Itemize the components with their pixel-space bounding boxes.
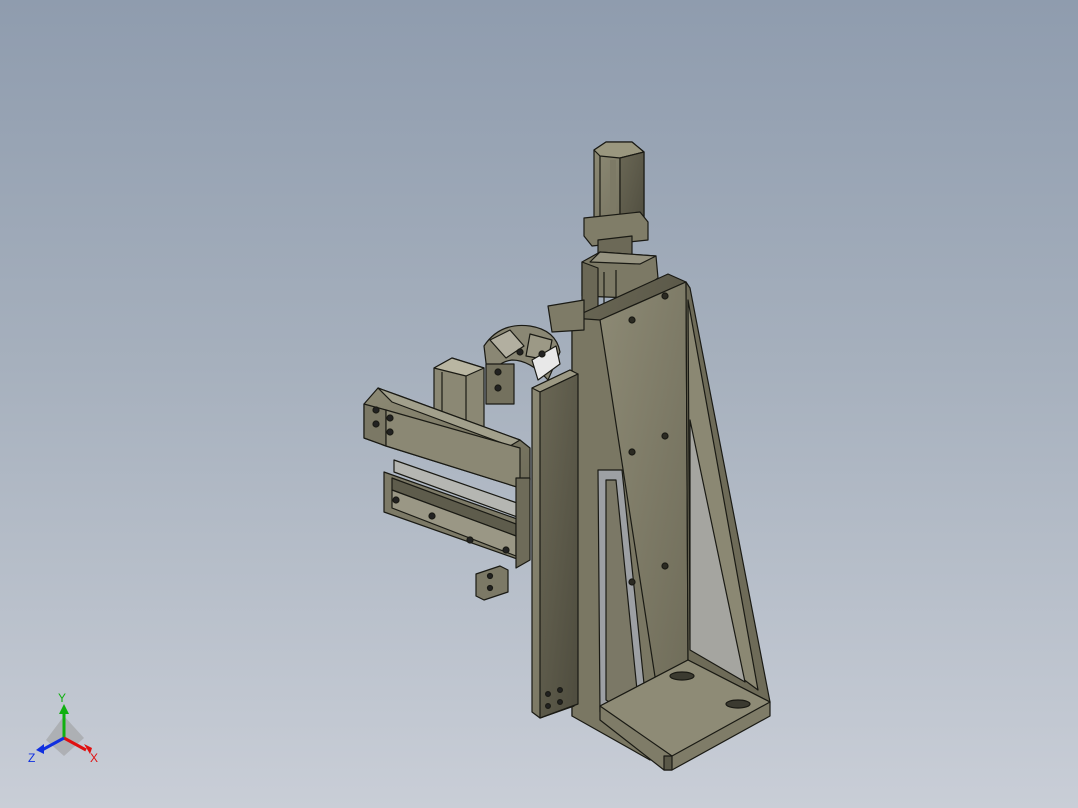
orientation-triad[interactable]: Y X Z [22, 690, 112, 770]
horizontal-arm[interactable] [363, 387, 531, 601]
y-axis-label: Y [58, 691, 66, 705]
cad-model-view[interactable] [0, 0, 1078, 808]
y-axis-head [59, 704, 69, 714]
z-axis-label: Z [28, 751, 35, 765]
main-column-bracket[interactable] [571, 273, 771, 771]
cad-viewport[interactable]: Y X Z [0, 0, 1078, 808]
z-axis-head [36, 744, 44, 754]
stepper-motor[interactable] [583, 141, 649, 263]
x-axis-label: X [90, 751, 98, 765]
